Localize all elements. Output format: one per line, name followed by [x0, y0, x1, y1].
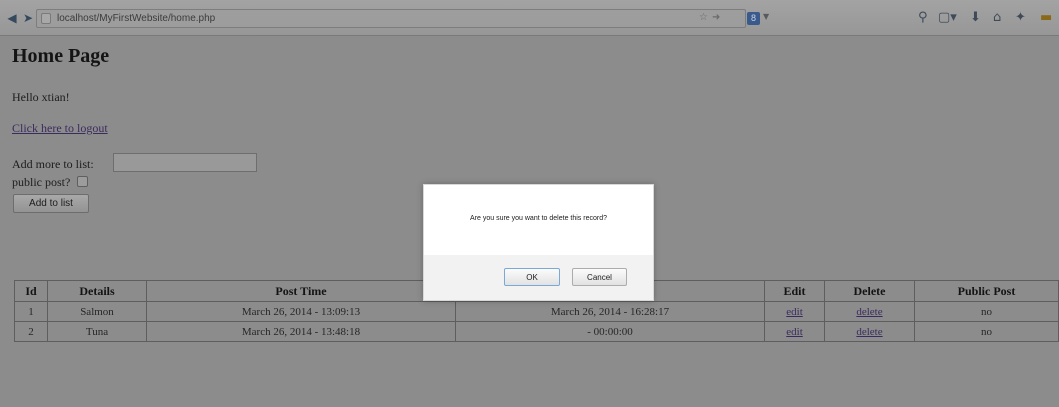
public-post-label: public post? [12, 175, 71, 189]
forward-arrow-icon[interactable]: ➤ [19, 10, 37, 26]
edit-link[interactable]: edit [786, 326, 803, 338]
search-icon[interactable]: ⚲ [918, 10, 928, 26]
column-header-public-post: Public Post [957, 283, 1016, 298]
extension-icon[interactable]: ✦ [1015, 10, 1026, 26]
row-post-time: March 26, 2014 - 13:09:13 [147, 302, 456, 321]
bookmark-star-icon[interactable]: ☆ [699, 12, 708, 23]
site-identity-icon[interactable] [41, 13, 51, 24]
library-icon[interactable]: ▢▾ [938, 10, 957, 26]
public-post-checkbox[interactable] [77, 176, 88, 187]
logout-link[interactable]: Click here to logout [12, 121, 108, 136]
edit-link[interactable]: edit [786, 306, 803, 318]
column-header-edit: Edit [765, 281, 825, 301]
row-edit-time: March 26, 2014 - 16:28:17 [456, 302, 765, 321]
row-edit-cell: edit [765, 322, 825, 341]
column-header-details: Details [48, 281, 147, 301]
row-public-post: no [981, 305, 992, 318]
ok-button[interactable]: OK [504, 268, 560, 286]
url-text: localhost/MyFirstWebsite/home.php [57, 13, 216, 24]
add-item-label: Add more to list: [12, 157, 94, 171]
address-bar[interactable]: localhost/MyFirstWebsite/home.php ☆ ➜ 8 … [36, 9, 769, 28]
browser-toolbar: ◀ ➤ localhost/MyFirstWebsite/home.php ☆ … [0, 0, 1059, 36]
row-delete-cell: delete [825, 302, 915, 321]
cancel-button[interactable]: Cancel [572, 268, 627, 286]
delete-link[interactable]: delete [856, 326, 882, 338]
row-details: Salmon [48, 302, 147, 321]
confirm-dialog: Are you sure you want to delete this rec… [423, 184, 654, 301]
row-edit-cell: edit [765, 302, 825, 321]
home-icon[interactable]: ⌂ [993, 10, 1001, 26]
delete-link[interactable]: delete [856, 306, 882, 318]
column-header-post-time: Post Time [147, 281, 456, 301]
page-title: Home Page [12, 45, 110, 67]
row-id: 1 [15, 302, 48, 321]
row-delete-cell: delete [825, 322, 915, 341]
download-arrow-icon[interactable]: ⬇ [970, 10, 981, 26]
row-post-time: March 26, 2014 - 13:48:18 [147, 322, 456, 341]
column-header-id: Id [15, 281, 48, 301]
greeting-text: Hello xtian! [12, 90, 70, 104]
table-row: 1 Salmon March 26, 2014 - 13:09:13 March… [15, 301, 1058, 321]
column-header-delete: Delete [825, 281, 915, 301]
row-id: 2 [15, 322, 48, 341]
dialog-message: Are you sure you want to delete this rec… [470, 215, 607, 222]
search-engine-icon[interactable]: 8 [747, 12, 760, 25]
row-public-post: no [981, 325, 992, 338]
row-details: Tuna [48, 322, 147, 341]
search-dropdown-icon[interactable]: ▼ [763, 12, 769, 21]
add-item-input[interactable] [113, 153, 257, 172]
add-to-list-button[interactable]: Add to list [13, 194, 89, 213]
dialog-body: Are you sure you want to delete this rec… [424, 185, 653, 255]
menu-icon[interactable]: ▬ [1040, 10, 1052, 26]
row-edit-time: - 00:00:00 [456, 322, 765, 341]
go-arrow-icon[interactable]: ➜ [712, 12, 720, 23]
table-row: 2 Tuna March 26, 2014 - 13:48:18 - 00:00… [15, 321, 1058, 341]
